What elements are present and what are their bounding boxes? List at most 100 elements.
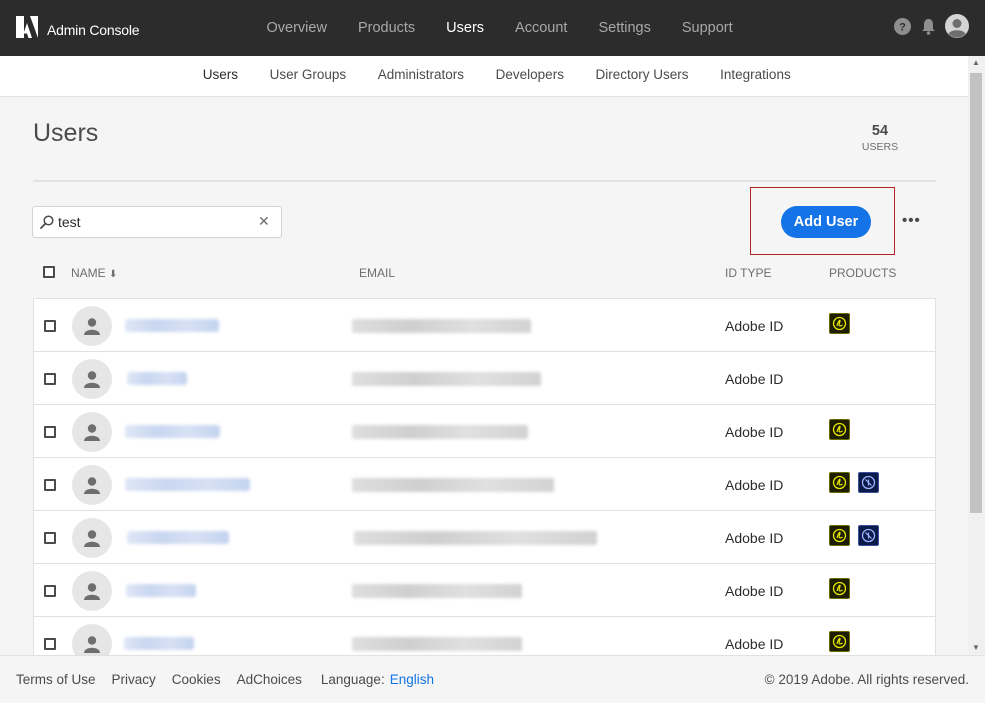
help-icon[interactable]: ?	[893, 17, 911, 35]
user-name-redacted[interactable]	[124, 637, 194, 650]
subnav-integrations[interactable]: Integrations	[704, 56, 806, 94]
users-table: Adobe ID Adobe ID Adobe ID Adobe ID Adob…	[33, 298, 936, 655]
user-avatar-icon	[72, 518, 112, 558]
nav-users[interactable]: Users	[431, 0, 500, 56]
user-avatar-icon	[72, 624, 112, 655]
more-options-button[interactable]: •••	[902, 212, 921, 229]
sort-arrow-icon: ⬇	[109, 269, 118, 280]
scroll-up-icon[interactable]: ▲	[972, 58, 980, 67]
user-email-redacted	[354, 531, 597, 545]
header-divider	[33, 180, 936, 182]
add-user-button[interactable]: Add User	[781, 206, 871, 238]
acrobat-product-icon	[829, 472, 850, 493]
user-products	[829, 419, 850, 440]
user-count-label: USERS	[861, 141, 899, 153]
user-id-type: Adobe ID	[725, 371, 784, 387]
user-products	[829, 313, 850, 334]
sub-nav: Users User Groups Administrators Develop…	[0, 56, 968, 97]
column-header-name-label: NAME	[71, 266, 106, 280]
profile-icon[interactable]	[945, 14, 969, 38]
user-email-redacted	[352, 372, 541, 386]
row-checkbox[interactable]	[44, 638, 56, 650]
search-box: ✕	[32, 206, 282, 238]
user-avatar-icon	[72, 571, 112, 611]
svg-text:?: ?	[899, 21, 906, 33]
subnav-developers[interactable]: Developers	[480, 56, 580, 94]
table-row[interactable]: Adobe ID	[34, 617, 935, 655]
user-products	[829, 472, 879, 493]
language-selector[interactable]: English	[390, 672, 434, 687]
select-all-checkbox[interactable]	[43, 266, 55, 278]
scroll-thumb[interactable]	[970, 73, 982, 513]
column-header-name[interactable]: NAME ⬇	[71, 266, 117, 280]
user-email-redacted	[352, 478, 554, 492]
nav-overview[interactable]: Overview	[251, 0, 342, 56]
footer: Terms of Use Privacy Cookies AdChoices L…	[0, 655, 985, 703]
user-products	[829, 631, 850, 652]
subnav-administrators[interactable]: Administrators	[362, 56, 480, 94]
xd-product-icon	[858, 525, 879, 546]
top-bar: Admin Console Overview Products Users Ac…	[0, 0, 985, 56]
user-email-redacted	[352, 637, 522, 651]
user-name-redacted[interactable]	[127, 372, 187, 385]
row-checkbox[interactable]	[44, 426, 56, 438]
user-products	[829, 525, 879, 546]
subnav-user-groups[interactable]: User Groups	[254, 56, 362, 94]
copyright: © 2019 Adobe. All rights reserved.	[764, 672, 969, 687]
row-checkbox[interactable]	[44, 479, 56, 491]
footer-link-adchoices[interactable]: AdChoices	[237, 672, 302, 687]
user-name-redacted[interactable]	[125, 425, 220, 438]
row-checkbox[interactable]	[44, 585, 56, 597]
scroll-down-icon[interactable]: ▼	[972, 643, 980, 652]
footer-link-cookies[interactable]: Cookies	[172, 672, 221, 687]
user-id-type: Adobe ID	[725, 636, 784, 652]
table-row[interactable]: Adobe ID	[34, 352, 935, 405]
page-title: Users	[33, 119, 99, 147]
user-email-redacted	[352, 584, 522, 598]
row-checkbox[interactable]	[44, 532, 56, 544]
clear-icon[interactable]: ✕	[258, 213, 270, 230]
search-input[interactable]	[58, 207, 248, 237]
nav-products[interactable]: Products	[342, 0, 430, 56]
acrobat-product-icon	[829, 525, 850, 546]
search-icon	[40, 215, 54, 234]
user-id-type: Adobe ID	[725, 318, 784, 334]
bell-icon[interactable]	[919, 17, 937, 35]
user-name-redacted[interactable]	[125, 319, 219, 332]
nav-settings[interactable]: Settings	[583, 0, 666, 56]
user-products	[829, 578, 850, 599]
subnav-directory-users[interactable]: Directory Users	[580, 56, 705, 94]
table-row[interactable]: Adobe ID	[34, 511, 935, 564]
acrobat-product-icon	[829, 313, 850, 334]
app-name: Admin Console	[47, 21, 140, 38]
table-row[interactable]: Adobe ID	[34, 299, 935, 352]
user-name-redacted[interactable]	[127, 531, 229, 544]
column-header-id-type: ID TYPE	[725, 266, 772, 280]
user-name-redacted[interactable]	[126, 584, 196, 597]
row-checkbox[interactable]	[44, 373, 56, 385]
user-name-redacted[interactable]	[125, 478, 250, 491]
table-row[interactable]: Adobe ID	[34, 458, 935, 511]
user-count: 54 USERS	[850, 123, 910, 153]
user-id-type: Adobe ID	[725, 424, 784, 440]
subnav-users[interactable]: Users	[187, 56, 254, 94]
user-id-type: Adobe ID	[725, 477, 784, 493]
table-row[interactable]: Adobe ID	[34, 405, 935, 458]
language-label: Language:	[320, 672, 385, 687]
table-row[interactable]: Adobe ID	[34, 564, 935, 617]
nav-account[interactable]: Account	[500, 0, 583, 56]
footer-link-privacy[interactable]: Privacy	[112, 672, 156, 687]
page-scrollbar[interactable]: ▲ ▼	[968, 56, 985, 654]
acrobat-product-icon	[829, 578, 850, 599]
user-email-redacted	[352, 425, 528, 439]
user-id-type: Adobe ID	[725, 530, 784, 546]
acrobat-product-icon	[829, 631, 850, 652]
row-checkbox[interactable]	[44, 320, 56, 332]
brand[interactable]: Admin Console	[16, 16, 140, 43]
nav-support[interactable]: Support	[666, 0, 748, 56]
adobe-logo-icon	[16, 16, 38, 43]
footer-link-terms[interactable]: Terms of Use	[16, 672, 96, 687]
top-icons: ?	[893, 14, 969, 38]
user-avatar-icon	[72, 359, 112, 399]
user-avatar-icon	[72, 412, 112, 452]
